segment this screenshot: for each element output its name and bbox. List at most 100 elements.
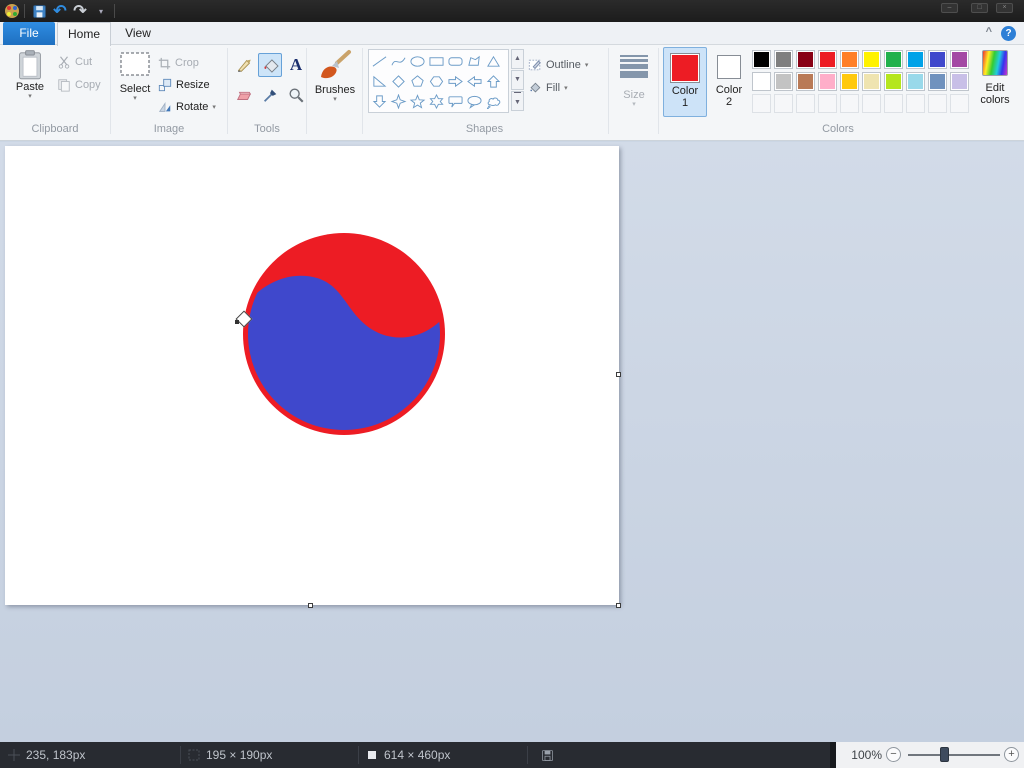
shape-arrow-down[interactable] — [370, 91, 389, 111]
magnifier-tool-button[interactable] — [284, 83, 308, 107]
magnifier-icon — [289, 88, 304, 103]
palette-empty-slot[interactable] — [752, 94, 771, 113]
palette-color-r2-c5[interactable] — [840, 72, 859, 91]
rotate-button[interactable]: Rotate ▾ — [158, 97, 216, 117]
shapes-more-button[interactable]: ▼ — [511, 91, 524, 111]
close-button[interactable]: × — [996, 3, 1013, 13]
palette-empty-slot[interactable] — [818, 94, 837, 113]
palette-empty-slot[interactable] — [862, 94, 881, 113]
palette-empty-slot[interactable] — [884, 94, 903, 113]
shape-arrow-left[interactable] — [465, 71, 484, 91]
palette-color-r2-c8[interactable] — [906, 72, 925, 91]
minimize-ribbon-button[interactable]: ^ — [986, 26, 992, 38]
title-bar: ↶ ↷ ▾ – □ × — [0, 0, 1024, 22]
resize-button[interactable]: Resize — [158, 75, 210, 95]
palette-color-r1-c4[interactable] — [818, 50, 837, 69]
tab-view[interactable]: View — [111, 22, 165, 45]
palette-color-r1-c10[interactable] — [950, 50, 969, 69]
fill-with-color-tool-button[interactable] — [258, 53, 282, 77]
shapes-scroll-up-button[interactable]: ▲ — [511, 49, 524, 69]
pencil-tool-button[interactable] — [232, 53, 256, 77]
tab-home[interactable]: Home — [57, 22, 111, 46]
redo-button[interactable]: ↷ — [70, 1, 90, 21]
palette-color-r2-c9[interactable] — [928, 72, 947, 91]
palette-color-r2-c2[interactable] — [774, 72, 793, 91]
palette-color-r1-c8[interactable] — [906, 50, 925, 69]
palette-empty-slot[interactable] — [774, 94, 793, 113]
zoom-out-button[interactable]: − — [886, 747, 901, 762]
cut-button[interactable]: Cut — [57, 52, 92, 72]
help-button[interactable]: ? — [1001, 26, 1016, 41]
palette-color-r1-c5[interactable] — [840, 50, 859, 69]
shape-triangle[interactable] — [484, 51, 503, 71]
status-bar: 235, 183px 195 × 190px 614 × 460px 100% … — [0, 742, 1024, 768]
palette-color-r2-c1[interactable] — [752, 72, 771, 91]
qat-customize-button[interactable]: ▾ — [94, 1, 108, 21]
maximize-button[interactable]: □ — [971, 3, 988, 13]
zoom-slider-handle[interactable] — [940, 747, 949, 762]
shape-pentagon[interactable] — [408, 71, 427, 91]
shape-diamond[interactable] — [389, 71, 408, 91]
palette-color-r1-c3[interactable] — [796, 50, 815, 69]
palette-color-r1-c2[interactable] — [774, 50, 793, 69]
size-button[interactable]: Size ▾ — [612, 53, 656, 108]
shape-rounded-rectangle[interactable] — [446, 51, 465, 71]
palette-color-r2-c3[interactable] — [796, 72, 815, 91]
palette-color-r1-c6[interactable] — [862, 50, 881, 69]
tab-file[interactable]: File — [3, 22, 55, 45]
shape-curve[interactable] — [389, 51, 408, 71]
palette-empty-slot[interactable] — [950, 94, 969, 113]
palette-color-r2-c10[interactable] — [950, 72, 969, 91]
shape-callout-cloud[interactable] — [484, 91, 503, 111]
crop-button[interactable]: Crop — [158, 53, 199, 73]
shape-arrow-right[interactable] — [446, 71, 465, 91]
shape-fill-button[interactable]: Fill ▾ — [528, 78, 568, 98]
palette-empty-slot[interactable] — [906, 94, 925, 113]
zoom-in-button[interactable]: + — [1004, 747, 1019, 762]
palette-empty-slot[interactable] — [796, 94, 815, 113]
minimize-button[interactable]: – — [941, 3, 958, 13]
save-icon — [32, 4, 46, 18]
palette-color-r1-c1[interactable] — [752, 50, 771, 69]
palette-color-r2-c6[interactable] — [862, 72, 881, 91]
shape-callout-rounded[interactable] — [446, 91, 465, 111]
undo-button[interactable]: ↶ — [50, 1, 70, 21]
palette-empty-slot[interactable] — [840, 94, 859, 113]
shape-star-6[interactable] — [427, 91, 446, 111]
canvas-resize-handle-bottom[interactable] — [308, 603, 313, 608]
text-tool-button[interactable]: A — [284, 53, 308, 77]
shape-hexagon[interactable] — [427, 71, 446, 91]
palette-color-r2-c4[interactable] — [818, 72, 837, 91]
palette-color-r2-c7[interactable] — [884, 72, 903, 91]
brushes-button[interactable]: Brushes ▾ — [310, 48, 360, 103]
palette-empty-slot[interactable] — [928, 94, 947, 113]
shape-star-4[interactable] — [389, 91, 408, 111]
zoom-slider-track[interactable] — [908, 754, 1000, 756]
pencil-icon — [237, 59, 251, 73]
shapes-scroll-down-button[interactable]: ▼ — [511, 70, 524, 90]
eraser-tool-button[interactable] — [232, 83, 256, 107]
palette-color-r1-c7[interactable] — [884, 50, 903, 69]
shape-polygon[interactable] — [465, 51, 484, 71]
save-button[interactable] — [30, 1, 48, 21]
color-picker-tool-button[interactable] — [258, 83, 282, 107]
color2-button[interactable]: Color 2 — [710, 47, 748, 117]
shape-outline-button[interactable]: Outline ▾ — [528, 55, 588, 75]
select-button[interactable]: Select ▾ — [113, 50, 157, 102]
copy-button[interactable]: Copy — [57, 75, 101, 95]
paste-button[interactable]: Paste ▾ — [8, 49, 52, 100]
shape-star-5[interactable] — [408, 91, 427, 111]
color1-button[interactable]: Color 1 — [663, 47, 707, 117]
shape-line[interactable] — [370, 51, 389, 71]
shape-ellipse[interactable] — [408, 51, 427, 71]
canvas-resize-handle-corner[interactable] — [616, 603, 621, 608]
shape-rectangle[interactable] — [427, 51, 446, 71]
shape-arrow-up[interactable] — [484, 71, 503, 91]
canvas-resize-handle-right[interactable] — [616, 372, 621, 377]
edit-colors-button[interactable]: Edit colors — [974, 50, 1016, 106]
shape-callout-oval[interactable] — [465, 91, 484, 111]
palette-color-r1-c9[interactable] — [928, 50, 947, 69]
drawing-canvas[interactable] — [5, 146, 619, 605]
shape-right-triangle[interactable] — [370, 71, 389, 91]
canvas-size-value: 614 × 460px — [384, 748, 451, 762]
